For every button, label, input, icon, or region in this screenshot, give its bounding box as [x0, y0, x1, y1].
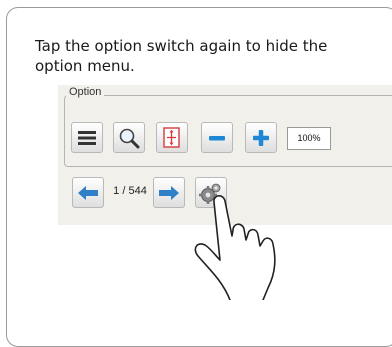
zoom-percent-field[interactable]: 100% — [287, 127, 331, 150]
zoom-out-icon — [209, 135, 225, 140]
previous-arrow-icon — [78, 185, 98, 200]
fit-page-icon — [163, 126, 180, 148]
next-arrow-icon — [159, 185, 179, 200]
menu-icon — [78, 130, 96, 145]
hand-pointer-illustration — [190, 170, 300, 304]
search-button[interactable] — [113, 122, 145, 153]
zoom-out-button[interactable] — [201, 122, 233, 153]
zoom-in-icon — [253, 129, 269, 146]
page-indicator: 1 / 544 — [113, 185, 147, 197]
previous-page-button[interactable] — [72, 177, 104, 208]
next-page-button[interactable] — [153, 177, 185, 208]
fit-page-button[interactable] — [156, 122, 188, 153]
menu-button[interactable] — [71, 122, 103, 153]
option-legend: Option — [66, 86, 105, 98]
zoom-in-button[interactable] — [245, 122, 277, 153]
search-icon — [119, 128, 140, 148]
instruction-text: Tap the option switch again to hide the … — [35, 37, 328, 75]
hand-pointer-icon — [194, 195, 276, 301]
